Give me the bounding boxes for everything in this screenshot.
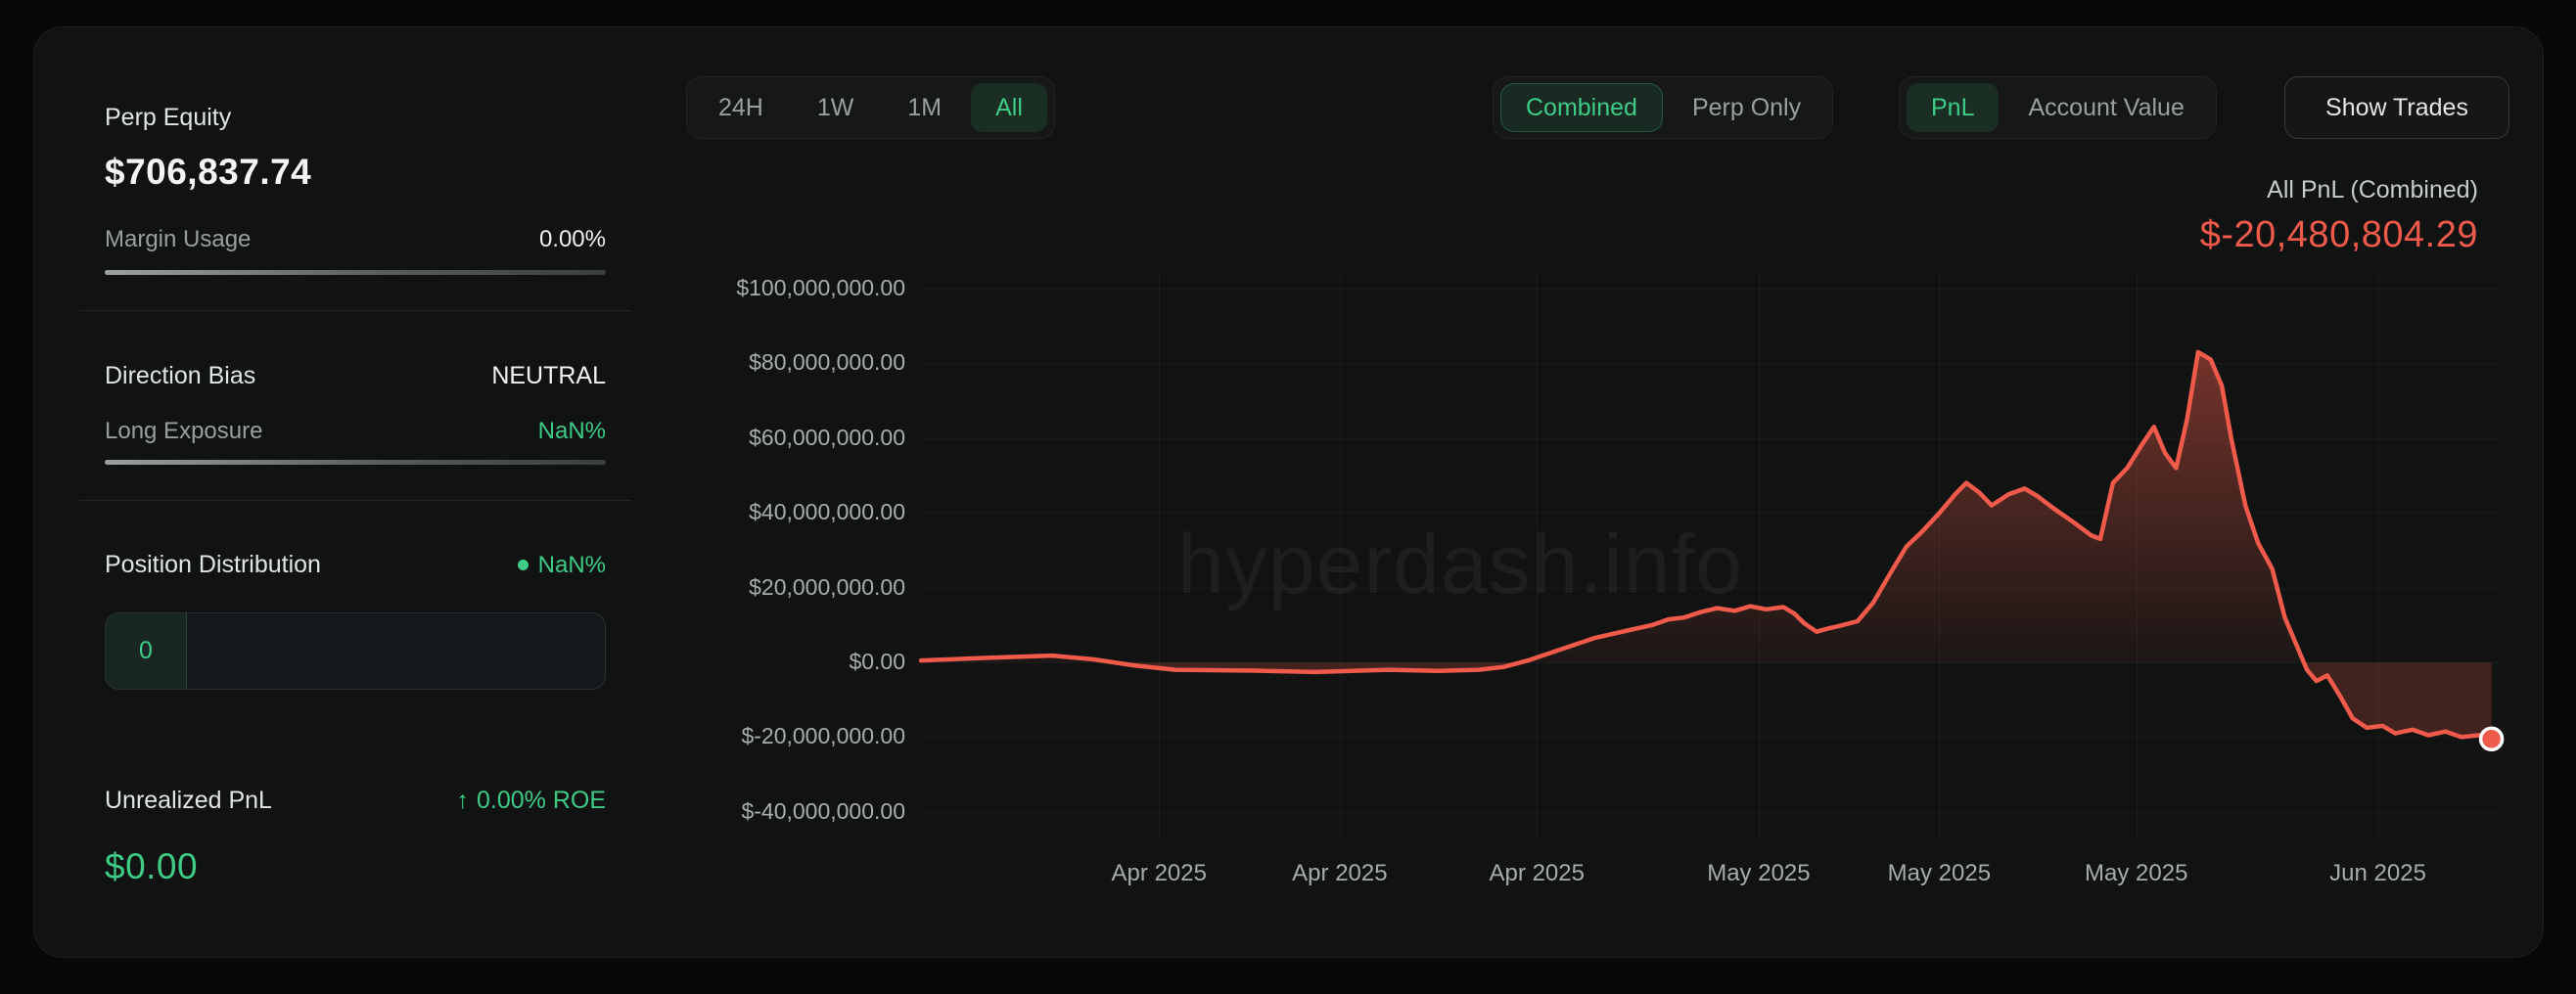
x-axis-label: Apr 2025 xyxy=(1292,860,1387,887)
margin-usage-row: Margin Usage 0.00% xyxy=(105,226,606,253)
distribution-dot-icon xyxy=(518,560,529,570)
margin-usage-label: Margin Usage xyxy=(105,226,251,253)
position-distribution-bar: 0 xyxy=(105,612,606,690)
direction-bias-label: Direction Bias xyxy=(105,362,255,390)
x-axis-label: May 2025 xyxy=(2085,860,2187,887)
long-exposure-value: NaN% xyxy=(538,418,606,445)
y-axis-label: $-20,000,000.00 xyxy=(582,723,905,749)
toggle-combined[interactable]: Combined xyxy=(1500,83,1663,132)
pnl-line-chart[interactable] xyxy=(921,272,2498,839)
x-axis-label: Apr 2025 xyxy=(1112,860,1207,887)
x-axis-label: May 2025 xyxy=(1707,860,1810,887)
tab-24h[interactable]: 24H xyxy=(694,83,788,132)
position-distribution-value: NaN% xyxy=(538,552,606,579)
pnl-summary-label: All PnL (Combined) xyxy=(2200,176,2478,204)
margin-usage-bar xyxy=(105,270,606,275)
long-exposure-label: Long Exposure xyxy=(105,418,262,445)
roe-value: 0.00% ROE xyxy=(477,787,606,815)
roe-badge: ↑ 0.00% ROE xyxy=(456,787,606,815)
portfolio-card: Perp Equity $706,837.74 Margin Usage 0.0… xyxy=(33,26,2544,958)
pnl-chart[interactable]: hyperdash.info xyxy=(921,272,2498,839)
toggle-perp-only[interactable]: Perp Only xyxy=(1668,83,1825,132)
chart-end-dot xyxy=(2481,728,2503,749)
divider xyxy=(79,500,631,501)
pnl-summary-value: $-20,480,804.29 xyxy=(2200,214,2478,256)
position-distribution-row: Position Distribution NaN% xyxy=(105,551,606,579)
unrealized-pnl-value: $0.00 xyxy=(105,846,606,887)
x-axis-label: Jun 2025 xyxy=(2329,860,2426,887)
x-axis: Apr 2025 Apr 2025 Apr 2025 May 2025 May … xyxy=(921,860,2498,889)
long-exposure-row: Long Exposure NaN% xyxy=(105,418,606,445)
show-trades-button[interactable]: Show Trades xyxy=(2284,76,2509,139)
toggle-account-value[interactable]: Account Value xyxy=(2003,83,2208,132)
margin-usage-value: 0.00% xyxy=(539,226,606,253)
divider xyxy=(79,310,631,311)
mode-toggle: Combined Perp Only xyxy=(1493,76,1833,139)
unrealized-pnl-label: Unrealized PnL xyxy=(105,787,272,815)
direction-bias-value: NEUTRAL xyxy=(491,362,606,390)
pnl-area-fill xyxy=(921,352,2492,739)
tab-all[interactable]: All xyxy=(971,83,1047,132)
x-axis-label: Apr 2025 xyxy=(1490,860,1585,887)
y-axis-label: $40,000,000.00 xyxy=(582,499,905,525)
position-empty-cell xyxy=(187,613,605,689)
tab-1m[interactable]: 1M xyxy=(883,83,966,132)
pnl-summary: All PnL (Combined) $-20,480,804.29 xyxy=(2200,176,2478,256)
long-exposure-bar xyxy=(105,460,606,465)
perp-equity-value: $706,837.74 xyxy=(105,152,606,193)
metric-toggle: PnL Account Value xyxy=(1899,76,2217,139)
direction-bias-row: Direction Bias NEUTRAL xyxy=(105,362,606,390)
y-axis: $100,000,000.00 $80,000,000.00 $60,000,0… xyxy=(582,27,905,908)
sidebar-stats: Perp Equity $706,837.74 Margin Usage 0.0… xyxy=(105,104,606,887)
y-axis-label: $80,000,000.00 xyxy=(582,349,905,376)
unrealized-pnl-row: Unrealized PnL ↑ 0.00% ROE xyxy=(105,787,606,815)
y-axis-label: $100,000,000.00 xyxy=(582,275,905,301)
tab-1w[interactable]: 1W xyxy=(793,83,879,132)
timeframe-tabs: 24H 1W 1M All xyxy=(686,76,1055,139)
x-axis-label: May 2025 xyxy=(1888,860,1991,887)
y-axis-label: $20,000,000.00 xyxy=(582,574,905,601)
toggle-pnl[interactable]: PnL xyxy=(1907,83,1999,132)
y-axis-label: $0.00 xyxy=(582,649,905,675)
roe-up-arrow-icon: ↑ xyxy=(456,787,469,815)
position-zero-cell: 0 xyxy=(106,613,187,689)
y-axis-label: $60,000,000.00 xyxy=(582,425,905,451)
perp-equity-label: Perp Equity xyxy=(105,104,606,132)
y-axis-label: $-40,000,000.00 xyxy=(582,798,905,825)
position-distribution-label: Position Distribution xyxy=(105,551,321,579)
position-distribution-badge: NaN% xyxy=(518,552,606,579)
